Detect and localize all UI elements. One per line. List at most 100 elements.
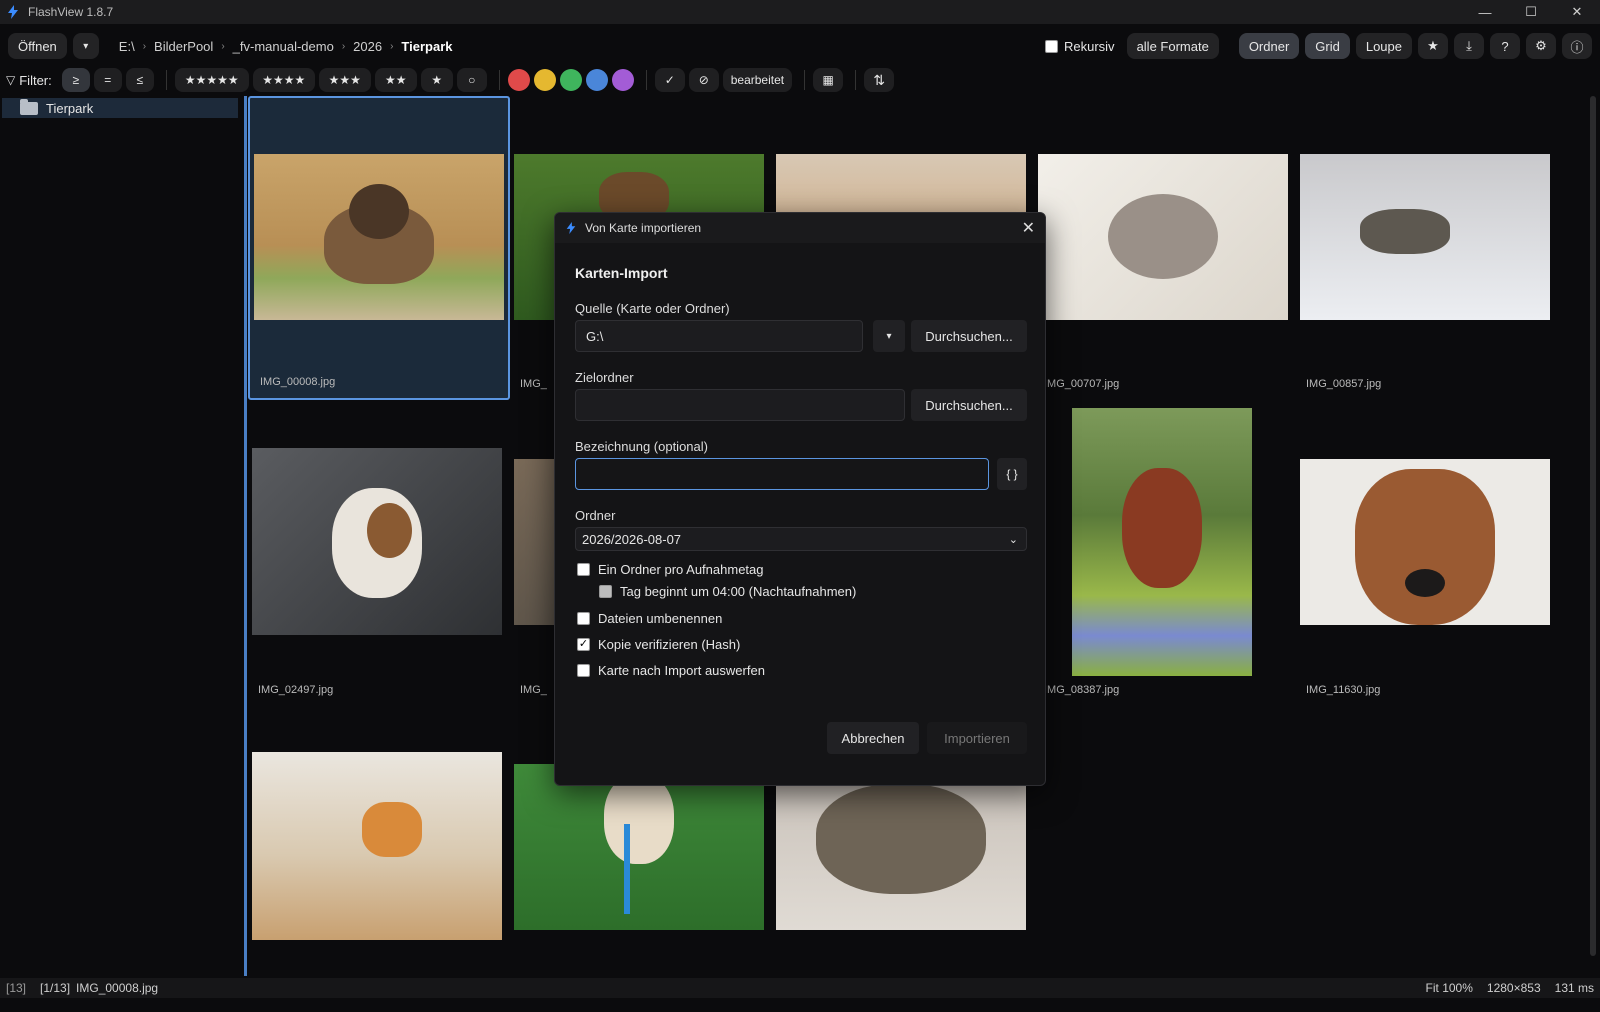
- color-label-yellow[interactable]: [533, 69, 556, 91]
- token-button[interactable]: { }: [997, 458, 1027, 490]
- recursive-checkbox-box[interactable]: [1044, 39, 1058, 53]
- option-verify[interactable]: ✓ Kopie verifizieren (Hash): [577, 637, 740, 652]
- breadcrumb-bilderpool[interactable]: BilderPool: [154, 39, 213, 54]
- import-button[interactable]: Importieren: [927, 722, 1027, 754]
- sidebar-splitter[interactable]: [244, 96, 247, 976]
- minimize-button[interactable]: —: [1462, 0, 1508, 24]
- reject-icon[interactable]: ⊘: [688, 68, 719, 92]
- target-input[interactable]: [575, 389, 905, 421]
- close-window-button[interactable]: ✕: [1554, 0, 1600, 24]
- thumbnail-cell[interactable]: IMG_02497.jpg: [248, 402, 510, 706]
- filter-eq-button[interactable]: =: [93, 68, 122, 92]
- help-icon[interactable]: ?: [1490, 33, 1520, 59]
- flash-icon: [566, 222, 576, 234]
- source-input[interactable]: G:\: [575, 320, 863, 352]
- filter-2-stars[interactable]: ★★: [374, 68, 417, 92]
- divider: [165, 70, 167, 90]
- thumbnail-filename: IMG_08387.jpg: [1044, 684, 1120, 696]
- target-label: Zielordner: [575, 370, 634, 385]
- checkbox-checked[interactable]: ✓: [577, 638, 590, 651]
- main-toolbar: Öffnen ▾ E:\ › BilderPool › _fv-manual-dem…: [0, 28, 1600, 64]
- option-rename[interactable]: Dateien umbenennen: [577, 611, 722, 626]
- breadcrumb-demo[interactable]: _fv-manual-demo: [233, 39, 334, 54]
- breadcrumb-current[interactable]: Tierpark: [401, 39, 452, 54]
- color-label-green[interactable]: [559, 69, 582, 91]
- target-browse-button[interactable]: Durchsuchen...: [911, 389, 1027, 421]
- filter-5-stars[interactable]: ★★★★★: [174, 68, 249, 92]
- download-icon[interactable]: ⤓: [1454, 33, 1484, 59]
- filter-gte-button[interactable]: ≥: [61, 68, 90, 92]
- thumbnail-image: [252, 448, 502, 635]
- breadcrumb-drive[interactable]: E:\: [119, 39, 135, 54]
- source-browse-button[interactable]: Durchsuchen...: [911, 320, 1027, 352]
- thumbnail-cell[interactable]: IMG_00008.jpg: [248, 96, 510, 400]
- checkbox[interactable]: [599, 585, 612, 598]
- dialog-title: Von Karte importieren: [585, 221, 702, 235]
- breadcrumb-separator-icon: ›: [341, 40, 346, 52]
- view-grid-button[interactable]: Grid: [1305, 33, 1350, 59]
- thumbnail-cell[interactable]: IMG_08387.jpg: [1034, 402, 1296, 706]
- filter-unrated[interactable]: ○: [456, 68, 487, 92]
- filter-1-star[interactable]: ★: [420, 68, 453, 92]
- option-label: Ein Ordner pro Aufnahmetag: [598, 562, 764, 577]
- color-label-red[interactable]: [507, 69, 530, 91]
- title-bar: FlashView 1.8.7 — ☐ ✕: [0, 0, 1600, 24]
- folder-select[interactable]: 2026/2026-08-07 ⌄: [575, 527, 1027, 551]
- info-icon[interactable]: ⓘ: [1562, 33, 1592, 59]
- close-icon[interactable]: ✕: [1022, 218, 1035, 238]
- option-per-day[interactable]: Ein Ordner pro Aufnahmetag: [577, 562, 764, 577]
- star-icon[interactable]: ★: [1418, 33, 1448, 59]
- status-bar: [13] [1/13] IMG_00008.jpg Fit 100% 1280×…: [0, 978, 1600, 998]
- folder-label: Ordner: [575, 508, 616, 523]
- folder-select-value: 2026/2026-08-07: [582, 531, 682, 547]
- recursive-checkbox[interactable]: Rekursiv: [1044, 39, 1115, 54]
- maximize-button[interactable]: ☐: [1508, 0, 1554, 24]
- thumbnail-filename: IMG_00707.jpg: [1044, 378, 1120, 390]
- checkbox[interactable]: [577, 563, 590, 576]
- breadcrumb-separator-icon: ›: [390, 40, 394, 52]
- checkbox[interactable]: [577, 664, 590, 677]
- source-dropdown-button[interactable]: ▾: [873, 320, 905, 352]
- tree-item-tierpark[interactable]: Tierpark: [2, 98, 238, 118]
- open-dropdown-button[interactable]: ▾: [72, 33, 99, 59]
- view-loupe-button[interactable]: Loupe: [1355, 33, 1412, 59]
- cancel-button[interactable]: Abbrechen: [827, 722, 919, 754]
- divider: [855, 70, 857, 90]
- status-dimensions: 1280×853: [1486, 981, 1541, 995]
- checkbox[interactable]: [577, 612, 590, 625]
- view-folder-button[interactable]: Ordner: [1238, 33, 1300, 59]
- chevron-down-icon: ⌄: [1008, 533, 1018, 546]
- sort-icon[interactable]: ⇅: [864, 68, 895, 92]
- status-time: 131 ms: [1554, 981, 1594, 995]
- filter-4-stars[interactable]: ★★★★: [252, 68, 315, 92]
- thumbnail-image: [776, 764, 1026, 930]
- thumbnail-image: [514, 764, 764, 930]
- thumbnail-filename: IMG_: [520, 378, 547, 390]
- thumbnail-image: [254, 154, 504, 320]
- filter-lte-button[interactable]: ≤: [125, 68, 154, 92]
- gear-icon[interactable]: ⚙: [1526, 33, 1556, 59]
- grid-scrollbar[interactable]: [1590, 96, 1596, 956]
- option-label: Karte nach Import auswerfen: [598, 663, 765, 678]
- thumbnail-filename: IMG_00857.jpg: [1306, 378, 1382, 390]
- breadcrumb-year[interactable]: 2026: [353, 39, 382, 54]
- thumbnail-cell[interactable]: IMG_00857.jpg: [1296, 96, 1558, 400]
- calendar-icon[interactable]: ▦: [813, 68, 844, 92]
- thumbnail-cell[interactable]: IMG_11630.jpg: [1296, 402, 1558, 706]
- formats-dropdown[interactable]: alle Formate: [1126, 33, 1219, 59]
- filter-3-stars[interactable]: ★★★: [318, 68, 371, 92]
- name-label: Bezeichnung (optional): [575, 439, 708, 454]
- thumbnail-cell[interactable]: [248, 708, 510, 1012]
- checkmark-icon[interactable]: ✓: [654, 68, 685, 92]
- option-eject[interactable]: Karte nach Import auswerfen: [577, 663, 765, 678]
- edited-filter-button[interactable]: bearbeitet: [722, 68, 793, 92]
- open-button[interactable]: Öffnen: [8, 33, 67, 59]
- color-label-purple[interactable]: [611, 69, 634, 91]
- source-label: Quelle (Karte oder Ordner): [575, 301, 730, 316]
- name-input[interactable]: [575, 458, 989, 490]
- color-label-blue[interactable]: [585, 69, 608, 91]
- dialog-heading: Karten-Import: [575, 265, 668, 281]
- thumbnail-cell[interactable]: IMG_00707.jpg: [1034, 96, 1296, 400]
- option-day-starts[interactable]: Tag beginnt um 04:00 (Nachtaufnahmen): [599, 584, 856, 599]
- thumbnail-image: [252, 752, 502, 940]
